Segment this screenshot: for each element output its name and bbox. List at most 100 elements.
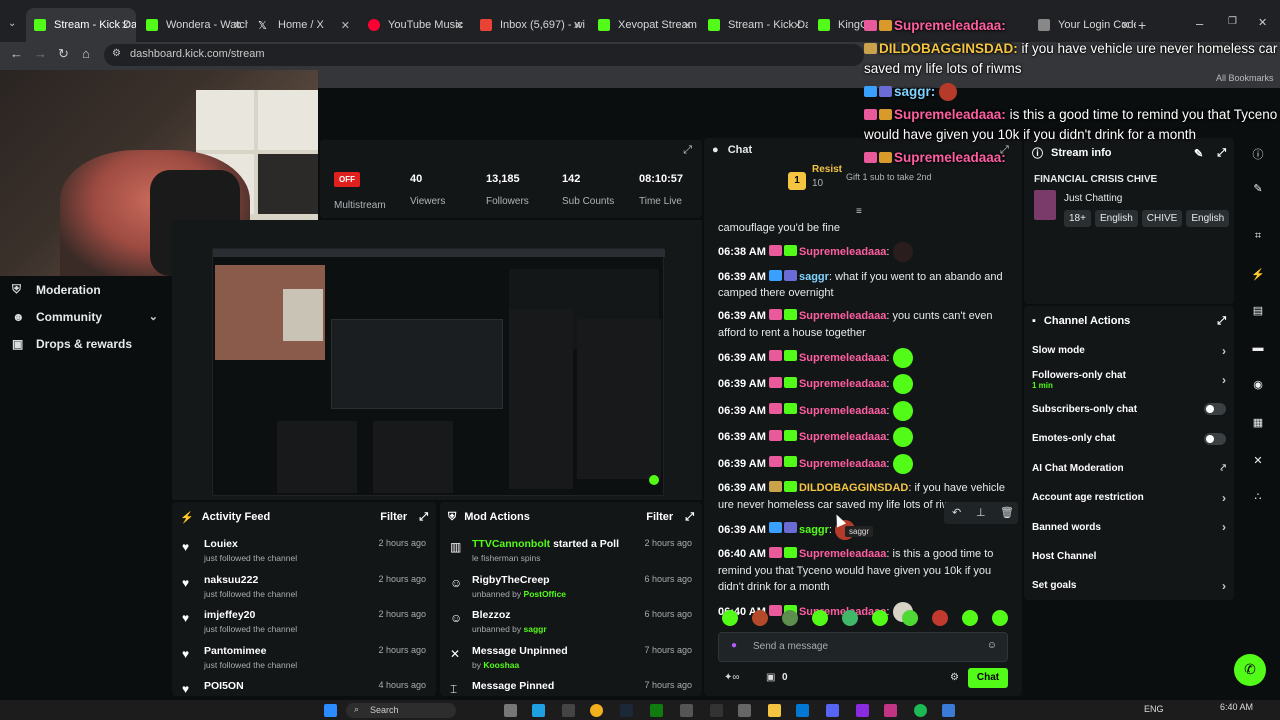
- epic-games-icon[interactable]: [710, 704, 723, 717]
- chat-username[interactable]: Supremeleadaaa: [799, 246, 886, 258]
- channel-action-emotes-only-chat[interactable]: Emotes-only chat: [1024, 424, 1234, 453]
- channel-action-followers-only-chat[interactable]: Followers-only chat 1 min ›: [1024, 365, 1234, 394]
- tab-gmail[interactable]: Inbox (5,697) - wi ✕: [472, 8, 588, 42]
- channel-action-account-age-restriction[interactable]: Account age restriction ›: [1024, 483, 1234, 512]
- gift-icon[interactable]: ▣: [766, 672, 775, 683]
- emote-icon[interactable]: [842, 610, 858, 626]
- emote-icon[interactable]: [782, 610, 798, 626]
- category-thumbnail[interactable]: [1034, 190, 1056, 220]
- back-icon[interactable]: ←: [10, 46, 23, 61]
- channel-action-ai-chat-moderation[interactable]: AI Chat Moderation ⤤: [1024, 454, 1234, 483]
- chat-username[interactable]: Supremeleadaaa: [799, 457, 886, 469]
- chat-message[interactable]: 06:40 AM Supremeleadaaa: is this a good …: [718, 546, 1008, 596]
- spotify-icon[interactable]: [914, 704, 927, 717]
- windows-start-icon[interactable]: [324, 704, 337, 717]
- edit-icon[interactable]: ✎: [1249, 182, 1267, 200]
- expand-icon[interactable]: ⤢: [685, 511, 694, 524]
- app-icon[interactable]: [738, 704, 751, 717]
- stream-category[interactable]: Just Chatting: [1064, 193, 1122, 204]
- emote-icon[interactable]: [812, 610, 828, 626]
- channel-action-subscribers-only-chat[interactable]: Subscribers-only chat: [1024, 395, 1234, 424]
- lightning-icon[interactable]: ⚡: [1249, 268, 1267, 286]
- file-explorer-icon[interactable]: [768, 704, 781, 717]
- document-icon[interactable]: ▤: [1249, 304, 1267, 322]
- close-tab-icon[interactable]: ✕: [341, 19, 350, 32]
- dots-icon[interactable]: ∴: [1249, 490, 1267, 508]
- settings-icon[interactable]: [680, 704, 693, 717]
- scroll-up-icon[interactable]: ≡: [856, 206, 862, 217]
- chat-username[interactable]: saggr: [799, 523, 829, 535]
- close-tab-icon[interactable]: ✕: [793, 19, 802, 32]
- app-icon[interactable]: [856, 704, 869, 717]
- chat-message[interactable]: 06:39 AM saggr: what if you went to an a…: [718, 269, 1008, 302]
- close-tab-icon[interactable]: ✕: [233, 19, 242, 32]
- steam-icon[interactable]: [620, 704, 633, 717]
- clock[interactable]: 6:40 AM: [1220, 702, 1253, 712]
- expand-icon[interactable]: ⤢: [683, 144, 692, 157]
- language-indicator[interactable]: ENG: [1144, 704, 1164, 714]
- toggle-switch[interactable]: [1204, 403, 1226, 416]
- emoji-icon[interactable]: ☺: [987, 640, 997, 651]
- forward-icon[interactable]: →: [34, 46, 47, 61]
- site-info-icon[interactable]: ⚙: [112, 48, 121, 59]
- edge-icon[interactable]: [532, 704, 545, 717]
- nav-community[interactable]: ☻ Community ⌄: [0, 303, 172, 330]
- stream-preview[interactable]: [172, 220, 702, 500]
- expand-icon[interactable]: ⤢: [1217, 315, 1226, 328]
- nav-moderation[interactable]: ⛨ Moderation: [0, 276, 172, 303]
- reload-icon[interactable]: ↻: [58, 46, 69, 62]
- nav-drops-rewards[interactable]: ▣ Drops & rewards: [0, 330, 172, 357]
- store-icon[interactable]: [796, 704, 809, 717]
- calendar-icon[interactable]: ▦: [1249, 416, 1267, 434]
- microphone-icon[interactable]: ●: [731, 640, 737, 651]
- chat-icon[interactable]: ▬: [1249, 342, 1267, 360]
- help-chat-button[interactable]: ✆: [1234, 654, 1266, 686]
- tab-x-home[interactable]: 𝕏 Home / X ✕: [250, 8, 356, 42]
- chat-username[interactable]: Supremeleadaaa: [799, 431, 886, 443]
- tab-xevopat[interactable]: Xevopat Stream - ✕: [590, 8, 698, 42]
- close-tab-icon[interactable]: ✕: [455, 19, 464, 32]
- toggle-switch[interactable]: [1204, 432, 1226, 445]
- moderator-name[interactable]: PostOffice: [524, 589, 567, 599]
- chat-message[interactable]: 06:39 AM Supremeleadaaa:: [718, 400, 1008, 421]
- chat-message[interactable]: 06:39 AM Supremeleadaaa:: [718, 427, 1008, 447]
- wrench-icon[interactable]: ✕: [1249, 454, 1267, 472]
- emote-icon[interactable]: [902, 610, 918, 626]
- channel-action-set-goals[interactable]: Set goals ›: [1024, 571, 1234, 600]
- chat-username[interactable]: saggr: [799, 271, 829, 283]
- chat-message[interactable]: 06:39 AM Supremeleadaaa:: [718, 374, 1008, 394]
- chrome-icon[interactable]: [590, 704, 603, 717]
- chat-input[interactable]: ● Send a message ☺: [718, 632, 1008, 662]
- moderator-name[interactable]: saggr: [524, 624, 547, 634]
- close-tab-icon[interactable]: ✕: [121, 19, 130, 32]
- activity-filter-button[interactable]: Filter: [380, 511, 407, 523]
- tab-kingchief[interactable]: KingChief -: [810, 8, 870, 42]
- tab-search-icon[interactable]: ⌄: [8, 18, 16, 29]
- gift-sub-prompt[interactable]: Gift 1 sub to take 2nd: [846, 172, 932, 182]
- emote-icon[interactable]: [872, 610, 888, 626]
- emote-icon[interactable]: [932, 610, 948, 626]
- emote-icon[interactable]: [962, 610, 978, 626]
- terminal-icon[interactable]: [562, 704, 575, 717]
- taskbar-search[interactable]: ⌕ Search: [346, 703, 456, 718]
- emote-icon[interactable]: [752, 610, 768, 626]
- chat-username[interactable]: Supremeleadaaa: [799, 378, 886, 390]
- chat-message[interactable]: 06:39 AM Supremeleadaaa:: [718, 347, 1008, 368]
- task-view-icon[interactable]: [504, 704, 517, 717]
- delete-icon[interactable]: 🗑: [1000, 506, 1014, 519]
- chat-message[interactable]: 06:38 AM Supremeleadaaa:: [718, 242, 1008, 262]
- broadcast-icon[interactable]: ◉: [1249, 378, 1267, 396]
- channel-action-slow-mode[interactable]: Slow mode ›: [1024, 336, 1234, 365]
- home-icon[interactable]: ⌂: [82, 46, 90, 61]
- emote-icon[interactable]: [722, 610, 738, 626]
- mod-name[interactable]: TTVCannonbolt: [472, 538, 550, 550]
- app-icon[interactable]: [884, 704, 897, 717]
- xbox-icon[interactable]: [650, 704, 663, 717]
- sub-leaderboard[interactable]: 1 Resist 10 Gift 1 sub to take 2nd: [788, 164, 968, 200]
- chat-username[interactable]: Supremeleadaaa: [799, 404, 886, 416]
- close-tab-icon[interactable]: ✕: [573, 19, 582, 32]
- chat-message[interactable]: 06:39 AM Supremeleadaaa: you cunts can't…: [718, 308, 1008, 341]
- chat-username[interactable]: Supremeleadaaa: [799, 548, 886, 560]
- crop-icon[interactable]: ⌗: [1249, 230, 1267, 248]
- app-icon[interactable]: [942, 704, 955, 717]
